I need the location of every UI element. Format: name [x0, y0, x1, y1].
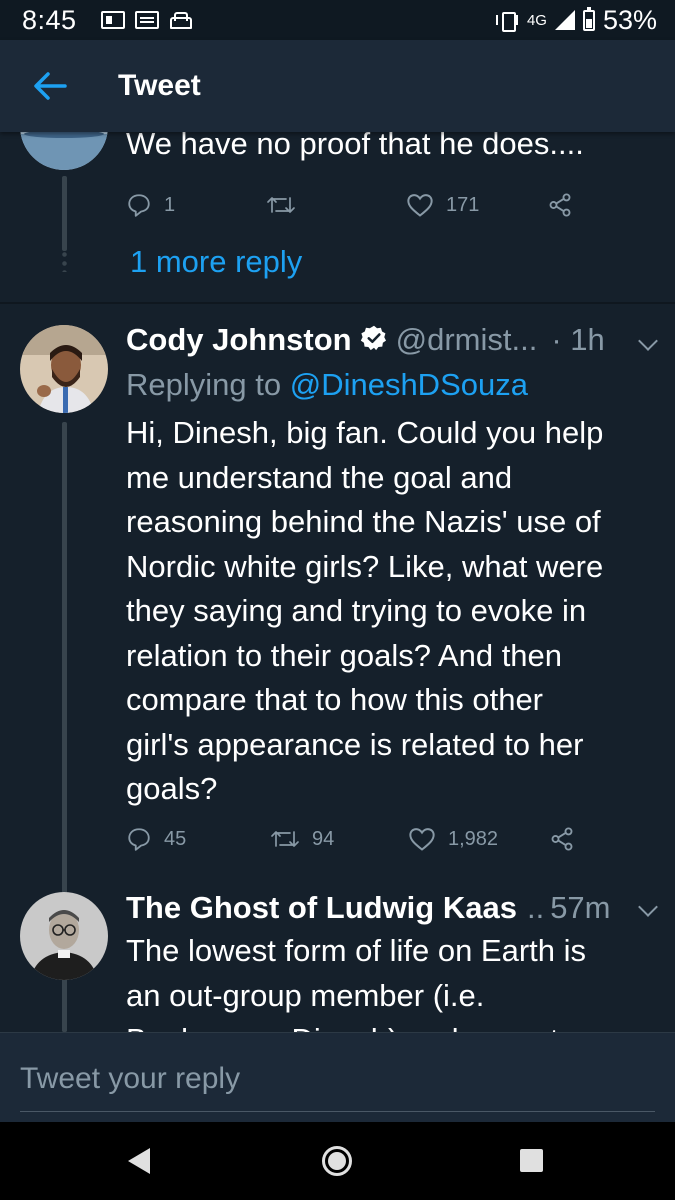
- system-nav-bar: [0, 1122, 675, 1200]
- tweet-text: The lowest form of life on Earth is an o…: [126, 933, 587, 1032]
- arrow-left-icon: [34, 72, 67, 100]
- author-handle: ..: [526, 890, 545, 925]
- like-count: 171: [446, 193, 480, 216]
- retweet-icon: [267, 197, 295, 213]
- recents-square-icon[interactable]: [520, 1149, 543, 1172]
- retweet-icon: [271, 831, 299, 847]
- tweet-text: Hi, Dinesh, big fan. Could you help me u…: [126, 415, 604, 806]
- divider: [0, 302, 675, 304]
- reply-icon: [128, 828, 150, 851]
- share-icon: [551, 827, 573, 851]
- back-triangle-icon[interactable]: [128, 1148, 150, 1174]
- signal-icon: [554, 10, 575, 30]
- back-button[interactable]: [0, 40, 100, 132]
- tweet-time: · 1h: [551, 322, 605, 357]
- share-button[interactable]: [546, 192, 574, 218]
- like-count: 1,982: [448, 827, 499, 850]
- reply-input[interactable]: [20, 1059, 655, 1099]
- verified-badge-icon: [360, 324, 388, 357]
- share-icon: [549, 193, 571, 217]
- tweet-header: Cody Johnston @drmist... · 1h: [126, 322, 605, 358]
- avatar[interactable]: [20, 325, 108, 413]
- chevron-down-icon[interactable]: [638, 897, 658, 917]
- reply-count: 1: [164, 193, 176, 216]
- calendar-icon: [134, 11, 159, 29]
- like-button[interactable]: 1,982: [408, 826, 548, 852]
- heart-icon: [409, 828, 435, 851]
- thread-dots: [62, 250, 67, 272]
- reply-button[interactable]: 1: [126, 192, 266, 218]
- author-name[interactable]: Cody Johnston: [126, 322, 352, 358]
- tweet-actions: 1 171: [126, 192, 574, 218]
- reply-underline: [20, 1111, 655, 1112]
- reply-count: 45: [164, 827, 187, 850]
- author-handle: @drmist...: [395, 322, 538, 357]
- vibrate-icon: [495, 10, 519, 32]
- battery-icon: [582, 6, 595, 31]
- battery-percent: 53%: [602, 4, 657, 35]
- like-button[interactable]: 171: [406, 192, 546, 218]
- thread-line: [62, 990, 67, 1032]
- status-icons-left: [100, 11, 193, 29]
- status-bar: 8:45 4G 53%: [0, 0, 675, 40]
- tweet-time: 57m: [550, 890, 611, 925]
- retweet-count: 94: [312, 827, 335, 850]
- reply-bar: [0, 1032, 675, 1122]
- reply-button[interactable]: 45: [126, 826, 270, 852]
- author-name[interactable]: The Ghost of Ludwig Kaas: [126, 890, 517, 926]
- avatar[interactable]: [20, 132, 108, 170]
- retweet-button[interactable]: [266, 192, 406, 218]
- tweet-header: The Ghost of Ludwig Kaas .. 57m: [126, 890, 611, 926]
- mention-link[interactable]: @DineshDSouza: [290, 367, 528, 402]
- chevron-down-icon[interactable]: [638, 331, 658, 351]
- network-type: 4G: [526, 11, 547, 29]
- avatar[interactable]: [20, 892, 108, 980]
- tweet-text: We have no proof that he does....: [126, 132, 584, 161]
- thread-line: [62, 176, 67, 251]
- car-icon: [169, 11, 193, 29]
- tweet-actions: 45 94 1,982: [126, 826, 576, 852]
- status-icons-right: 4G 53%: [495, 5, 657, 36]
- tweet-thread: We have no proof that he does.... 1 171 …: [0, 132, 675, 1032]
- home-circle-icon[interactable]: [322, 1146, 352, 1176]
- status-time: 8:45: [22, 4, 77, 35]
- replying-to: Replying to @DineshDSouza: [126, 367, 528, 402]
- reply-icon: [128, 194, 150, 217]
- retweet-button[interactable]: 94: [270, 826, 408, 852]
- share-button[interactable]: [548, 826, 576, 852]
- heart-icon: [407, 194, 433, 217]
- app-header: Tweet: [0, 40, 675, 132]
- news-icon: [100, 11, 125, 29]
- page-title: Tweet: [118, 69, 201, 102]
- more-replies-link[interactable]: 1 more reply: [130, 244, 302, 280]
